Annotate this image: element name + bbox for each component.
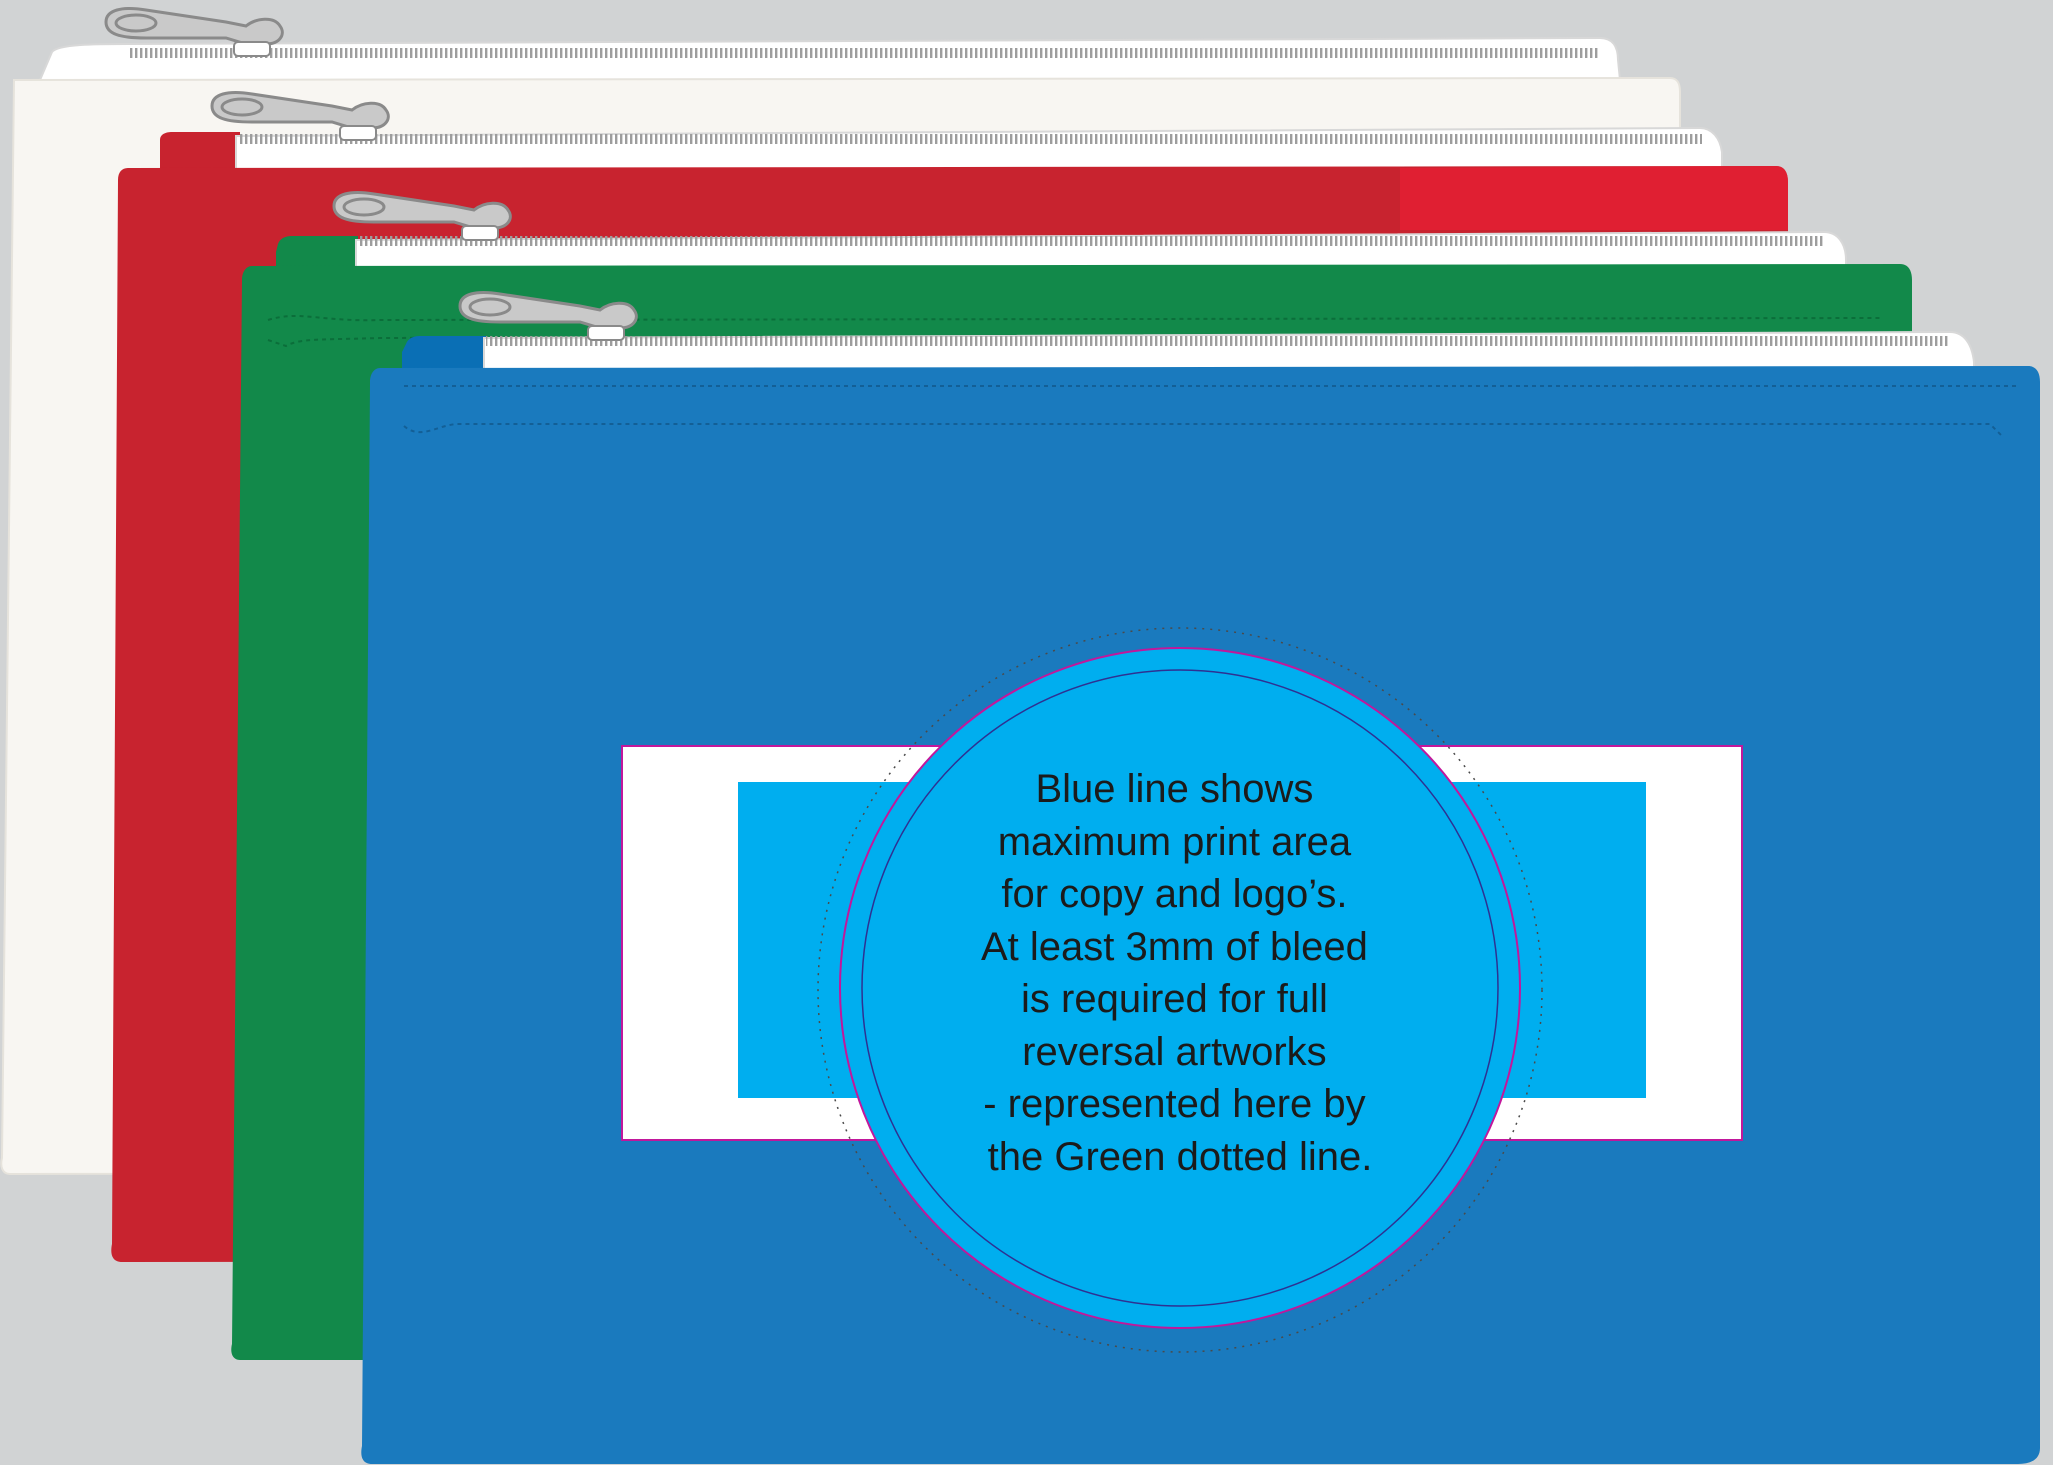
info-note: Blue line shows maximum print area for c… <box>839 647 1521 1329</box>
note-line: reversal artworks <box>1022 1030 1327 1074</box>
pouch-red-zip-teeth <box>238 134 1702 144</box>
note-line: is required for full <box>1021 977 1328 1021</box>
pouch-green-zip-teeth <box>358 236 1824 246</box>
note-line: - represented here by <box>983 1082 1365 1126</box>
note-line: for copy and logo’s. <box>1001 872 1347 916</box>
pouch-red-highlight <box>1400 166 1788 230</box>
note-line: the Green dotted line. <box>988 1135 1373 1179</box>
note-line: maximum print area <box>998 820 1352 864</box>
pouch-white-zip-tape <box>38 36 1622 81</box>
pouch-red-zip-tab <box>160 132 240 170</box>
pouch-blue-zip-teeth <box>486 336 1950 346</box>
note-line: Blue line shows <box>1035 767 1313 811</box>
pouch-template-diagram: Blue line shows maximum print area for c… <box>0 7 2040 1464</box>
pouch-white-zip-teeth <box>130 48 1600 58</box>
note-line: At least 3mm of bleed <box>981 925 1368 969</box>
